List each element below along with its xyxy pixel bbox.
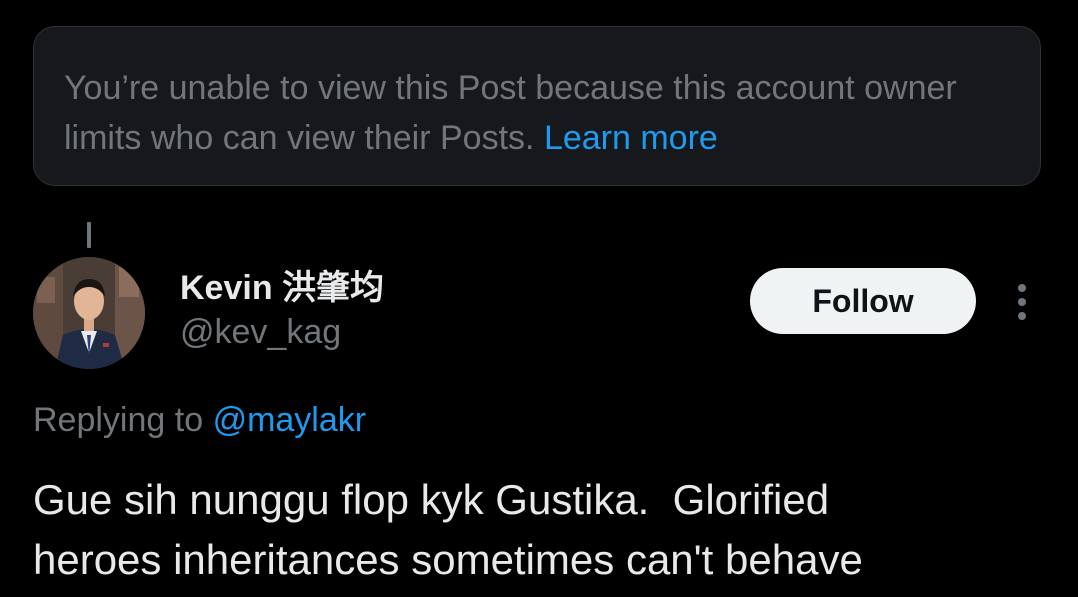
follow-button[interactable]: Follow xyxy=(750,268,976,334)
replying-to-mention[interactable]: @maylakr xyxy=(213,401,367,439)
profile-photo-icon xyxy=(33,257,145,369)
learn-more-link[interactable]: Learn more xyxy=(544,119,718,157)
restricted-post-notice: You’re unable to view this Post because … xyxy=(33,26,1041,186)
post-author[interactable]: Kevin 洪肇均 @kev_kag xyxy=(180,266,384,354)
post-view: You’re unable to view this Post because … xyxy=(0,0,1078,597)
more-options-icon[interactable] xyxy=(1008,282,1036,322)
notice-text: You’re unable to view this Post because … xyxy=(64,69,957,157)
post-text-line: heroes inheritances sometimes can't beha… xyxy=(33,536,863,583)
author-handle[interactable]: @kev_kag xyxy=(180,310,384,354)
post-text-line: Gue sih nunggu flop kyk Gustika. Glorifi… xyxy=(33,476,830,523)
avatar[interactable] xyxy=(33,257,145,369)
author-display-name[interactable]: Kevin 洪肇均 xyxy=(180,266,384,310)
replying-to-label: Replying to xyxy=(33,401,204,439)
replying-to-line: Replying to @maylakr xyxy=(33,396,366,444)
thread-connector-line xyxy=(87,222,91,248)
post-text: Gue sih nunggu flop kyk Gustika. Glorifi… xyxy=(33,470,1053,590)
